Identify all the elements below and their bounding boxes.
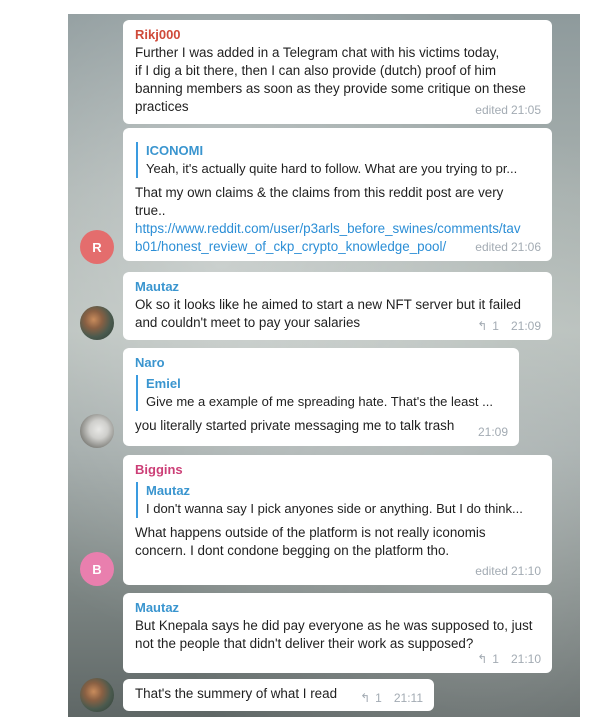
reply-quote[interactable]: Emiel Give me a example of me spreading … xyxy=(136,375,508,411)
reply-count-value: 1 xyxy=(492,652,499,666)
message-time: 21:09 xyxy=(510,319,541,333)
message-time: 21:10 xyxy=(510,564,541,578)
reply-quote[interactable]: ICONOMI Yeah, it's actually quite hard t… xyxy=(136,142,541,178)
avatar[interactable] xyxy=(80,414,114,448)
reply-count[interactable]: ↰ 1 xyxy=(477,317,499,335)
message-meta: ↰ 1 21:10 xyxy=(477,650,541,668)
quote-text: Give me a example of me spreading hate. … xyxy=(146,394,493,409)
message-bubble[interactable]: Naro Emiel Give me a example of me sprea… xyxy=(123,348,519,446)
edited-label: edited xyxy=(475,103,508,117)
quote-author: Emiel xyxy=(146,376,181,391)
message-meta: edited 21:05 xyxy=(475,101,541,119)
avatar[interactable]: R xyxy=(80,230,114,264)
message-bubble[interactable]: That's the summery of what I read ↰ 1 21:… xyxy=(123,679,434,711)
sender-name[interactable]: Naro xyxy=(135,354,508,371)
reply-count-value: 1 xyxy=(492,319,499,333)
reply-count[interactable]: ↰ 1 xyxy=(360,689,382,707)
message-meta: 21:09 xyxy=(478,423,508,441)
message-time: 21:10 xyxy=(510,652,541,666)
sender-name[interactable]: Rikj000 xyxy=(135,26,541,43)
reply-arrow-icon: ↰ xyxy=(477,652,488,666)
avatar[interactable] xyxy=(80,306,114,340)
edited-label: edited xyxy=(475,564,508,578)
message-time: 21:09 xyxy=(477,425,508,439)
reply-quote[interactable]: Mautaz I don't wanna say I pick anyones … xyxy=(136,482,541,518)
message-meta: ↰ 1 21:09 xyxy=(477,317,541,335)
message-meta: edited 21:10 xyxy=(475,562,541,580)
message-bubble[interactable]: ICONOMI Yeah, it's actually quite hard t… xyxy=(123,128,552,261)
reply-arrow-icon: ↰ xyxy=(360,691,371,705)
message-meta: edited 21:06 xyxy=(475,238,541,256)
reply-arrow-icon: ↰ xyxy=(477,319,488,333)
edited-label: edited xyxy=(475,240,508,254)
message-time: 21:05 xyxy=(510,103,541,117)
message-bubble[interactable]: Mautaz But Knepala says he did pay every… xyxy=(123,593,552,673)
quote-author: ICONOMI xyxy=(146,143,204,158)
message-bubble[interactable]: Biggins Mautaz I don't wanna say I pick … xyxy=(123,455,552,585)
message-text: you literally started private messaging … xyxy=(135,418,455,433)
quote-text: Yeah, it's actually quite hard to follow… xyxy=(146,161,518,176)
sender-name[interactable]: Biggins xyxy=(135,461,541,478)
avatar[interactable] xyxy=(80,678,114,712)
sender-name[interactable]: Mautaz xyxy=(135,599,541,616)
message-bubble[interactable]: Rikj000 Further I was added in a Telegra… xyxy=(123,20,552,124)
message-text: That my own claims & the claims from thi… xyxy=(135,185,504,218)
message-text: What happens outside of the platform is … xyxy=(135,525,486,558)
message-text: But Knepala says he did pay everyone as … xyxy=(135,618,533,651)
sender-name[interactable]: Mautaz xyxy=(135,278,541,295)
message-meta: ↰ 1 21:11 xyxy=(360,689,423,707)
message-bubble[interactable]: Mautaz Ok so it looks like he aimed to s… xyxy=(123,272,552,340)
message-time: 21:06 xyxy=(510,240,541,254)
message-time: 21:11 xyxy=(393,691,423,705)
reply-count[interactable]: ↰ 1 xyxy=(477,650,499,668)
reply-count-value: 1 xyxy=(375,691,382,705)
avatar[interactable]: B xyxy=(80,552,114,586)
quote-text: I don't wanna say I pick anyones side or… xyxy=(146,501,523,516)
quote-author: Mautaz xyxy=(146,483,191,498)
